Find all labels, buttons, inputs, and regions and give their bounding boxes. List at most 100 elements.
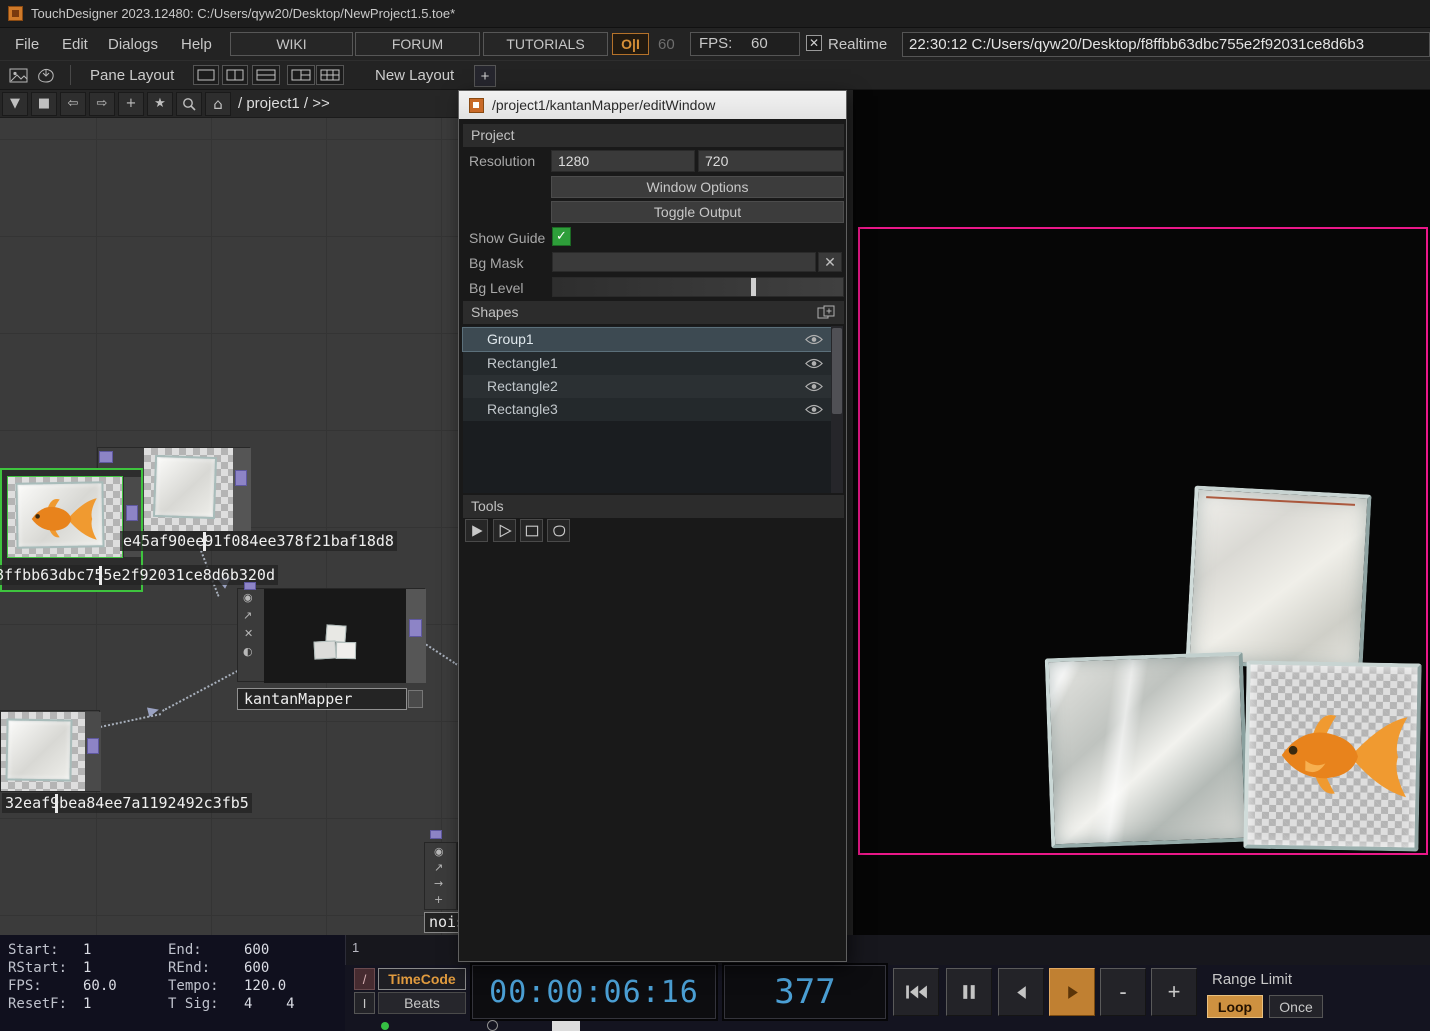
node-flag-icon[interactable]: ↗ (434, 861, 443, 875)
tempo-value[interactable]: 120.0 (244, 978, 286, 994)
draw-polygon-tool-icon[interactable] (493, 519, 516, 542)
wiki-button[interactable]: WIKI (230, 32, 353, 56)
window-options-button[interactable]: Window Options (551, 176, 844, 198)
node-label[interactable]: 32eaf9bea84ee7a1192492c3fb5 (2, 793, 252, 813)
node-connector[interactable] (409, 619, 422, 637)
pane-layout-split-vertical-button[interactable] (222, 65, 248, 85)
forward-icon[interactable]: ⇨ (89, 92, 115, 116)
shapes-scrollbar[interactable] (831, 326, 843, 493)
range-limit-label: Range Limit (1212, 971, 1292, 988)
scrollbar-thumb[interactable] (832, 328, 842, 414)
node-expand-button[interactable] (408, 690, 423, 708)
menu-help[interactable]: Help (181, 36, 212, 53)
pane-layout-label: Pane Layout (90, 67, 174, 84)
freeform-tool-icon[interactable] (547, 519, 570, 542)
tutorials-button[interactable]: TUTORIALS (483, 32, 608, 56)
show-guide-checkbox[interactable]: ✓ (552, 227, 571, 246)
shape-row[interactable]: Rectangle3 (463, 398, 831, 421)
node-connector[interactable] (430, 830, 442, 839)
fps-box[interactable]: FPS: 60 (690, 32, 800, 56)
node-label[interactable]: e45af90ee91f084ee378f21baf18d8 (120, 531, 397, 551)
clear-bg-mask-icon[interactable]: ✕ (818, 252, 842, 272)
menu-dialogs[interactable]: Dialogs (108, 36, 158, 53)
bg-mask-field[interactable] (552, 252, 816, 272)
breadcrumb[interactable]: / project1 / >> (238, 95, 330, 112)
add-flag-icon[interactable]: + (434, 893, 443, 907)
visibility-eye-icon[interactable] (805, 334, 823, 345)
node-label[interactable]: f8ffbb63dbc755e2f92031ce8d6b320d (0, 565, 278, 585)
rend-value[interactable]: 600 (244, 960, 269, 976)
viewer-toggle-icon[interactable]: ◉ (434, 845, 444, 859)
pane-layout-single-button[interactable] (193, 65, 219, 85)
node-connector[interactable] (99, 451, 113, 463)
resetf-value[interactable]: 1 (83, 996, 91, 1012)
export-icon[interactable] (34, 64, 58, 86)
fps-value[interactable]: 60.0 (83, 978, 117, 994)
bypass-icon[interactable]: ✕ (244, 627, 253, 641)
pane-layout-split-horizontal-button[interactable] (252, 65, 280, 85)
oi-toggle[interactable]: O|I (612, 33, 649, 55)
realtime-checkbox[interactable]: ✕ (806, 35, 822, 51)
visibility-eye-icon[interactable] (805, 358, 823, 369)
node-label[interactable]: kantanMapper (237, 688, 407, 710)
resolution-height-field[interactable]: 720 (698, 150, 844, 172)
stop-icon[interactable]: ■ (31, 92, 57, 116)
skip-to-start-button[interactable] (893, 968, 939, 1016)
step-back-button[interactable] (998, 968, 1044, 1016)
slash-mode-button[interactable]: / (354, 968, 375, 990)
pause-button[interactable] (946, 968, 992, 1016)
visibility-eye-icon[interactable] (805, 381, 823, 392)
node-connector[interactable] (244, 582, 256, 590)
toggle-output-button[interactable]: Toggle Output (551, 201, 844, 223)
shape-row[interactable]: Rectangle2 (463, 375, 831, 398)
node-connector[interactable] (126, 505, 138, 521)
start-value[interactable]: 1 (83, 942, 91, 958)
increment-frame-button[interactable]: + (1151, 968, 1197, 1016)
pane-menu-arrow-icon[interactable]: ▼ (2, 92, 28, 116)
pane-layout-grid-button[interactable] (316, 65, 344, 85)
menu-edit[interactable]: Edit (62, 36, 88, 53)
forum-button[interactable]: FORUM (355, 32, 480, 56)
kantan-mapper-node[interactable]: ◉ ↗ ✕ ◐ (237, 588, 425, 682)
timecode-tab[interactable]: TimeCode (378, 968, 466, 990)
edit-window-titlebar[interactable]: /project1/kantanMapper/editWindow (459, 91, 846, 119)
text-caret (55, 794, 58, 813)
pane-layout-three-pane-button[interactable] (287, 65, 315, 85)
star-icon[interactable]: ★ (147, 92, 173, 116)
shape-row[interactable]: Group1 (463, 328, 831, 351)
goldfish-image (1262, 699, 1414, 814)
node-connector[interactable] (235, 470, 247, 486)
add-bookmark-icon[interactable]: + (118, 92, 144, 116)
node-flag-icon[interactable]: ↗ (243, 609, 252, 623)
zoom-icon[interactable] (176, 92, 202, 116)
bg-level-slider-handle[interactable] (751, 278, 756, 296)
rstart-value[interactable]: 1 (83, 960, 91, 976)
play-button[interactable] (1049, 968, 1095, 1016)
back-icon[interactable]: ⇦ (60, 92, 86, 116)
bottom-node[interactable] (0, 710, 100, 792)
decrement-frame-button[interactable]: - (1100, 968, 1146, 1016)
bg-level-slider[interactable] (552, 277, 844, 297)
viewer-toggle-icon[interactable]: ◉ (243, 591, 253, 605)
loop-button[interactable]: Loop (1207, 995, 1263, 1018)
home-icon[interactable]: ⌂ (205, 92, 231, 116)
index-mode-button[interactable]: I (354, 992, 375, 1014)
rectangle-tool-icon[interactable] (520, 519, 543, 542)
once-button[interactable]: Once (1269, 995, 1323, 1018)
beats-tab[interactable]: Beats (378, 992, 466, 1014)
select-tool-icon[interactable] (465, 519, 488, 542)
node-connector[interactable] (87, 738, 99, 754)
new-layout-add-button[interactable]: + (474, 65, 496, 87)
export-flag-icon[interactable]: → (434, 877, 443, 891)
shape-row[interactable]: Rectangle1 (463, 352, 831, 375)
add-shape-icon[interactable] (815, 303, 837, 321)
visibility-eye-icon[interactable] (805, 404, 823, 415)
tsig-value[interactable]: 4 4 (244, 996, 295, 1012)
menu-bar: File Edit Dialogs Help WIKI FORUM TUTORI… (0, 28, 1430, 61)
resolution-width-field[interactable]: 1280 (551, 150, 695, 172)
status-field[interactable]: 22:30:12 C:/Users/qyw20/Desktop/f8ffbb63… (902, 32, 1430, 57)
menu-file[interactable]: File (15, 36, 39, 53)
end-value[interactable]: 600 (244, 942, 269, 958)
lock-flag-icon[interactable]: ◐ (243, 645, 253, 659)
image-icon[interactable] (6, 64, 30, 86)
